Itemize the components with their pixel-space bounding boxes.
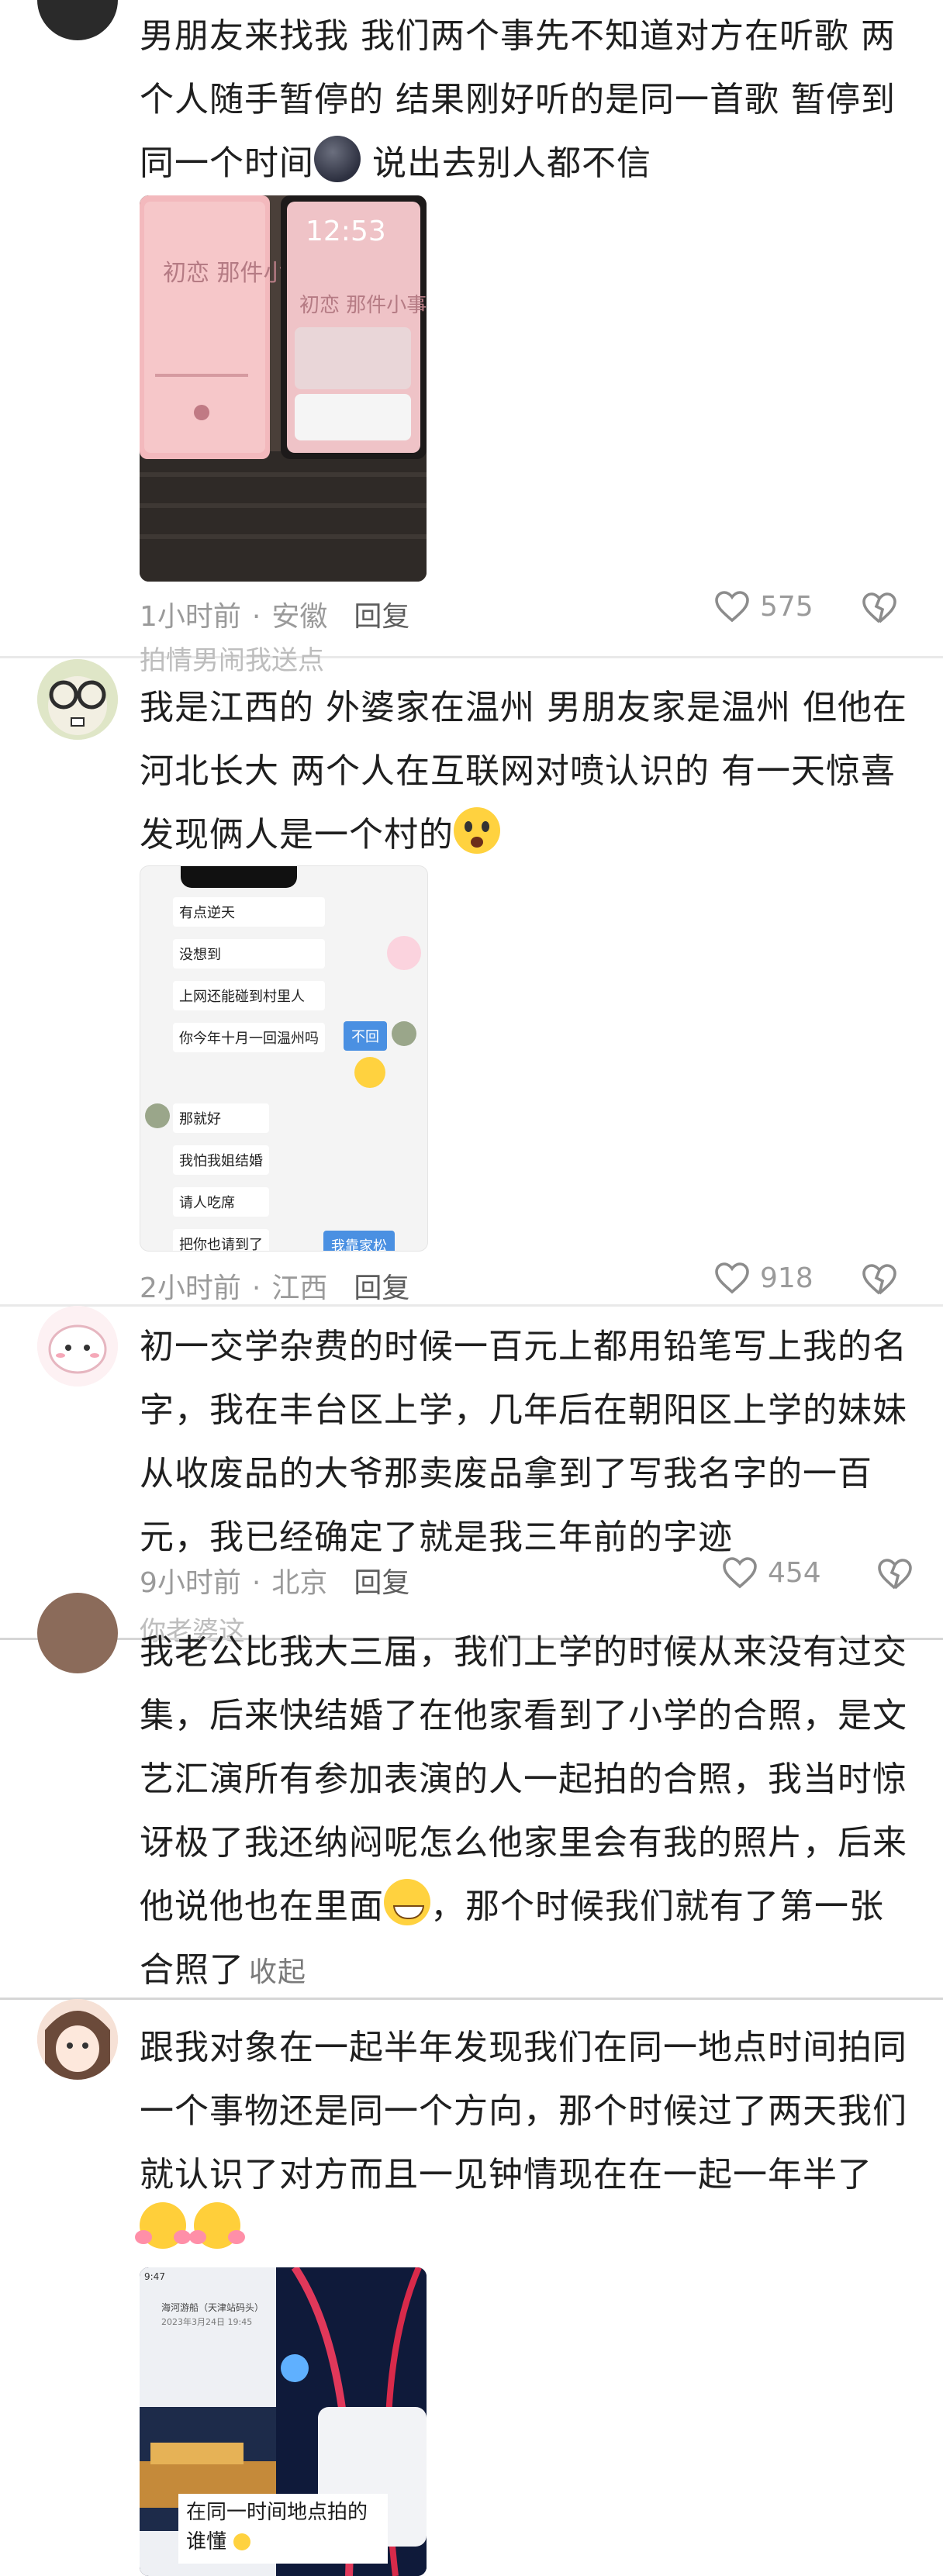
- chat-message-left: 请人吃席: [173, 1187, 269, 1217]
- comment-location: 安徽: [271, 601, 328, 633]
- comment-location: 江西: [271, 1272, 328, 1304]
- reply-button[interactable]: 回复: [354, 601, 409, 633]
- heart-icon: [723, 1557, 757, 1589]
- comment-time: 2小时前: [140, 1272, 241, 1304]
- chat-message-left: 那就好: [173, 1103, 269, 1133]
- comment-body: 初一交学杂费的时候一百元上都用铅笔写上我的名字，我在丰台区上学，几年后在朝阳区上…: [140, 1327, 907, 1557]
- chat-message-left: 没想到: [173, 939, 325, 969]
- dislike-button[interactable]: [861, 1262, 898, 1300]
- comment-text: 初一交学杂费的时候一百元上都用铅笔写上我的名字，我在丰台区上学，几年后在朝阳区上…: [140, 1315, 915, 1569]
- avatar[interactable]: [37, 0, 118, 40]
- cartoon-avatar-icon: [37, 1306, 118, 1386]
- comment-text: 我老公比我大三届，我们上学的时候从来没有过交集，后来快结婚了在他家看到了小学的合…: [140, 1621, 915, 2005]
- divider: [0, 1998, 943, 2000]
- comment-time: 9小时前: [140, 1567, 241, 1599]
- like-count: 575: [760, 590, 813, 623]
- grin-emoji-icon: [354, 1057, 385, 1088]
- heart-icon: [715, 1262, 749, 1294]
- reply-button[interactable]: 回复: [354, 1272, 409, 1304]
- divider: [0, 1304, 943, 1307]
- caption-line-1: 在同一时间地点拍的: [186, 2501, 368, 2524]
- comment-image[interactable]: 初恋 那件小事 12:53 初恋 那件小事: [140, 195, 427, 582]
- chat-message-right: 我靠家松: [323, 1231, 395, 1251]
- partial-username: 拍情男闹我送点: [140, 645, 324, 676]
- comment-meta: 2小时前 · 江西 回复: [140, 1272, 410, 1304]
- night-city-photo: 9:47 海河游船（天津站码头） 2023年3月24日 19:45 在同一时间地…: [140, 2267, 427, 2576]
- location-label: 海河游船（天津站码头）: [161, 2301, 264, 2313]
- broken-heart-icon: [862, 592, 896, 623]
- comment-body: 我老公比我大三届，我们上学的时候从来没有过交集，后来快结婚了在他家看到了小学的合…: [140, 1632, 907, 1926]
- broken-heart-icon: [862, 1264, 896, 1295]
- chat-message-left: 有点逆天: [173, 897, 325, 927]
- heart-icon: [715, 591, 749, 623]
- comment-meta: 9小时前 · 北京 回复: [140, 1567, 410, 1599]
- comment-body: 我是江西的 外婆家在温州 男朋友家是温州 但他在河北长大 两个人在互联网对喷认识…: [140, 688, 907, 855]
- chat-avatar-icon: [145, 1103, 170, 1128]
- chat-message-right: 不回: [344, 1021, 387, 1051]
- like-button[interactable]: 454: [721, 1556, 821, 1590]
- grin-sweat-emoji-icon: [384, 1879, 430, 1925]
- comment-body-tail: 说出去别人都不信: [361, 143, 651, 183]
- chat-screenshot[interactable]: 有点逆天 没想到 上网还能碰到村里人 你今年十月一回温州吗 不回 那就好 我怕我…: [140, 865, 428, 1252]
- comment-body: 跟我对象在一起半年发现我们在同一地点时间拍同一个事物还是同一个方向，那个时候过了…: [140, 2028, 907, 2194]
- avatar[interactable]: [37, 1593, 118, 1673]
- hug-face-emoji-icon: [135, 2202, 191, 2249]
- avatar[interactable]: [37, 659, 118, 740]
- like-count: 918: [760, 1262, 813, 1294]
- caption-line-2: 谁懂: [186, 2530, 226, 2554]
- lockscreen-clock: 12:53: [306, 216, 386, 247]
- hug-face-emoji-icon: [189, 2202, 245, 2249]
- song-title-right: 初恋 那件小事: [299, 294, 427, 317]
- date-label: 2023年3月24日 19:45: [161, 2316, 252, 2327]
- chat-message-left: 我怕我姐结婚: [173, 1145, 269, 1175]
- chat-avatar-icon: [392, 1021, 416, 1046]
- two-phones-photo: 初恋 那件小事 12:53 初恋 那件小事: [140, 195, 427, 582]
- dark-moon-emoji-icon: [314, 136, 361, 182]
- status-time: 9:47: [144, 2271, 165, 2282]
- like-count: 454: [768, 1556, 821, 1589]
- chat-message-left: 上网还能碰到村里人: [173, 981, 325, 1010]
- chat-message-left: 把你也请到了: [173, 1229, 269, 1251]
- comment-location: 北京: [271, 1567, 328, 1599]
- like-button[interactable]: 918: [713, 1261, 813, 1295]
- smile-emoji-icon: [233, 2533, 250, 2550]
- sticker-icon: [387, 936, 421, 970]
- reply-button[interactable]: 回复: [354, 1567, 409, 1599]
- comment-meta: 1小时前 · 安徽 回复: [140, 601, 410, 633]
- broken-heart-icon: [878, 1559, 912, 1590]
- comment-text: 跟我对象在一起半年发现我们在同一地点时间拍同一个事物还是同一个方向，那个时候过了…: [140, 2016, 915, 2207]
- like-button[interactable]: 575: [713, 589, 813, 623]
- shocked-face-emoji-icon: [454, 807, 500, 854]
- comment-time: 1小时前: [140, 601, 241, 633]
- glasses-avatar-icon: [37, 659, 118, 740]
- avatar[interactable]: [37, 1999, 118, 2080]
- comment-image[interactable]: 9:47 海河游船（天津站码头） 2023年3月24日 19:45 在同一时间地…: [140, 2267, 427, 2576]
- dislike-button[interactable]: [876, 1557, 914, 1594]
- dislike-button[interactable]: [861, 591, 898, 628]
- chat-message-left: 你今年十月一回温州吗: [173, 1023, 325, 1052]
- emoji-row: [135, 2202, 245, 2249]
- comment-text: 男朋友来找我 我们两个事先不知道对方在听歌 两个人随手暂停的 结果刚好听的是同一…: [140, 5, 915, 195]
- collapse-button[interactable]: 收起: [249, 1956, 306, 1988]
- avatar[interactable]: [37, 1306, 118, 1386]
- anime-girl-avatar-icon: [37, 1999, 118, 2080]
- comment-text: 我是江西的 外婆家在温州 男朋友家是温州 但他在河北长大 两个人在互联网对喷认识…: [140, 676, 915, 867]
